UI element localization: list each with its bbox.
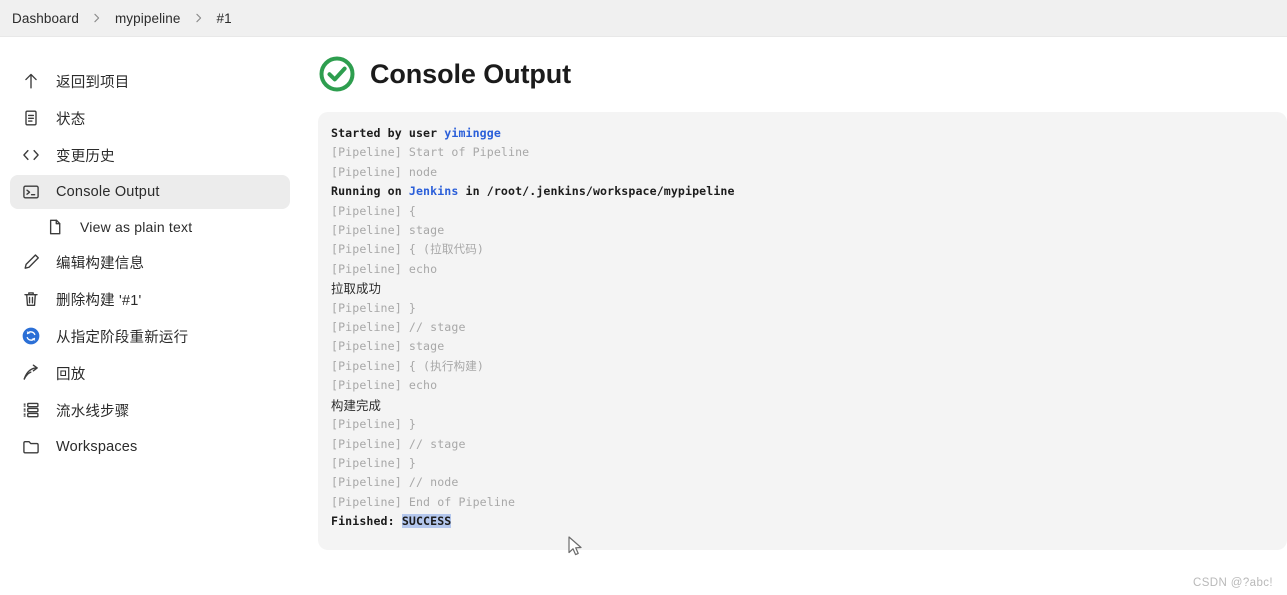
sidebar-item-label: 编辑构建信息 <box>56 255 145 272</box>
console-log-line: [Pipeline] } <box>331 299 1287 318</box>
console-text: in /root/.jenkins/workspace/mypipeline <box>458 184 735 199</box>
chevron-right-icon <box>195 13 203 23</box>
console-text: Finished: <box>331 514 402 529</box>
console-text: [Pipeline] // stage <box>331 436 466 451</box>
console-text: Started by user <box>331 126 445 140</box>
breadcrumb: Dashboard mypipeline #1 <box>0 0 1287 37</box>
trash-icon <box>20 288 42 310</box>
console-text: [Pipeline] Start of Pipeline <box>331 145 530 160</box>
console-text: Running on <box>331 184 409 199</box>
console-log-line: [Pipeline] stage <box>331 221 1287 240</box>
sidebar-item-label: 回放 <box>56 366 86 383</box>
sidebar-item-9[interactable]: 回放 <box>10 356 290 390</box>
breadcrumb-item-1[interactable]: Dashboard <box>12 11 79 26</box>
sidebar-item-label: 状态 <box>56 111 86 128</box>
sidebar-item-6[interactable]: 编辑构建信息 <box>10 245 290 279</box>
sidebar-item-label: Console Output <box>56 184 160 200</box>
chevron-right-icon <box>93 13 101 23</box>
console-text: [Pipeline] echo <box>331 378 438 393</box>
list-steps-icon <box>20 399 42 421</box>
console-log-line: [Pipeline] { (拉取代码) <box>331 240 1287 259</box>
console-text: 构建完成 <box>331 397 381 413</box>
sidebar-item-11[interactable]: Workspaces <box>10 430 290 464</box>
plain-text-file-icon <box>44 216 66 238</box>
sidebar-item-label: 返回到项目 <box>56 74 130 91</box>
selected-text: SUCCESS <box>401 514 452 529</box>
console-text: [Pipeline] // node <box>331 475 459 490</box>
sidebar-item-label: View as plain text <box>80 219 193 235</box>
sidebar-item-7[interactable]: 删除构建 '#1' <box>10 282 290 316</box>
console-log-line: [Pipeline] // stage <box>331 435 1287 454</box>
console-log-line: [Pipeline] } <box>331 454 1287 473</box>
folder-icon <box>20 436 42 458</box>
terminal-icon <box>20 181 42 203</box>
sidebar-item-label: 变更历史 <box>56 148 115 165</box>
sidebar-item-4[interactable]: Console Output <box>10 175 290 209</box>
sidebar-item-10[interactable]: 流水线步骤 <box>10 393 290 427</box>
console-log-line: [Pipeline] { (执行构建) <box>331 357 1287 376</box>
console-text: [Pipeline] echo <box>331 261 438 276</box>
console-text: 拉取成功 <box>331 281 381 297</box>
console-log-line: 构建完成 <box>331 396 1287 415</box>
code-brackets-icon <box>20 144 42 166</box>
console-log-line: Running on Jenkins in /root/.jenkins/wor… <box>331 182 1287 201</box>
sidebar-item-label: 流水线步骤 <box>56 403 130 420</box>
sidebar-item-2[interactable]: 状态 <box>10 101 290 135</box>
console-log-line: Started by user yimingge <box>331 124 1287 143</box>
console-log-line: [Pipeline] End of Pipeline <box>331 493 1287 512</box>
console-text: [Pipeline] node <box>331 164 438 179</box>
console-log-line: [Pipeline] } <box>331 415 1287 434</box>
sidebar-item-label: 从指定阶段重新运行 <box>56 329 189 346</box>
console-link[interactable]: yimingge <box>444 126 501 140</box>
sidebar-item-label: Workspaces <box>56 439 138 455</box>
console-log-line: [Pipeline] node <box>331 163 1287 182</box>
console-text: [Pipeline] stage <box>331 223 445 238</box>
console-text: [Pipeline] } <box>331 417 416 432</box>
document-icon <box>20 107 42 129</box>
arrow-up-icon <box>20 70 42 92</box>
edit-pencil-icon <box>20 251 42 273</box>
sidebar-item-1[interactable]: 返回到项目 <box>10 64 290 98</box>
sidebar-item-8[interactable]: 从指定阶段重新运行 <box>10 319 290 353</box>
sidebar: 返回到项目状态变更历史 Console Output View as plain t… <box>0 37 310 467</box>
console-text: [Pipeline] { (拉取代码) <box>331 242 484 257</box>
console-text: [Pipeline] } <box>331 300 416 315</box>
watermark: CSDN @?abc! <box>1193 577 1273 589</box>
page-header: Console Output <box>310 55 1287 93</box>
console-log-line: [Pipeline] // stage <box>331 318 1287 337</box>
console-log-line: Finished: SUCCESS <box>331 512 1287 531</box>
console-log-line: [Pipeline] Start of Pipeline <box>331 143 1287 162</box>
console-log-line: [Pipeline] echo <box>331 260 1287 279</box>
console-text: [Pipeline] { (执行构建) <box>331 358 484 373</box>
breadcrumb-item-3[interactable]: #1 <box>217 11 232 26</box>
console-log-line: [Pipeline] { <box>331 202 1287 221</box>
console-log-line: [Pipeline] stage <box>331 337 1287 356</box>
console-text: [Pipeline] End of Pipeline <box>331 494 516 509</box>
restart-circle-icon <box>20 325 42 347</box>
console-log-line: [Pipeline] // node <box>331 473 1287 492</box>
sidebar-item-label: 删除构建 '#1' <box>56 292 142 309</box>
green-check-circle-icon <box>318 55 356 93</box>
console-text: [Pipeline] stage <box>331 339 445 354</box>
console-text: [Pipeline] { <box>331 203 416 218</box>
console-text: [Pipeline] } <box>331 455 416 470</box>
sidebar-item-3[interactable]: 变更历史 <box>10 138 290 172</box>
breadcrumb-item-2[interactable]: mypipeline <box>115 11 181 26</box>
console-log-line: [Pipeline] echo <box>331 376 1287 395</box>
page-title: Console Output <box>370 58 572 89</box>
sidebar-item-5[interactable]: View as plain text <box>34 212 290 242</box>
main-content: Console Output Started by user yimingge [… <box>310 37 1287 550</box>
console-log-line: 拉取成功 <box>331 279 1287 298</box>
replay-arrow-icon <box>20 362 42 384</box>
console-link[interactable]: Jenkins <box>409 184 459 198</box>
console-log-panel[interactable]: Started by user yimingge [Pipeline] Start… <box>318 112 1287 550</box>
console-text: [Pipeline] // stage <box>331 320 466 335</box>
